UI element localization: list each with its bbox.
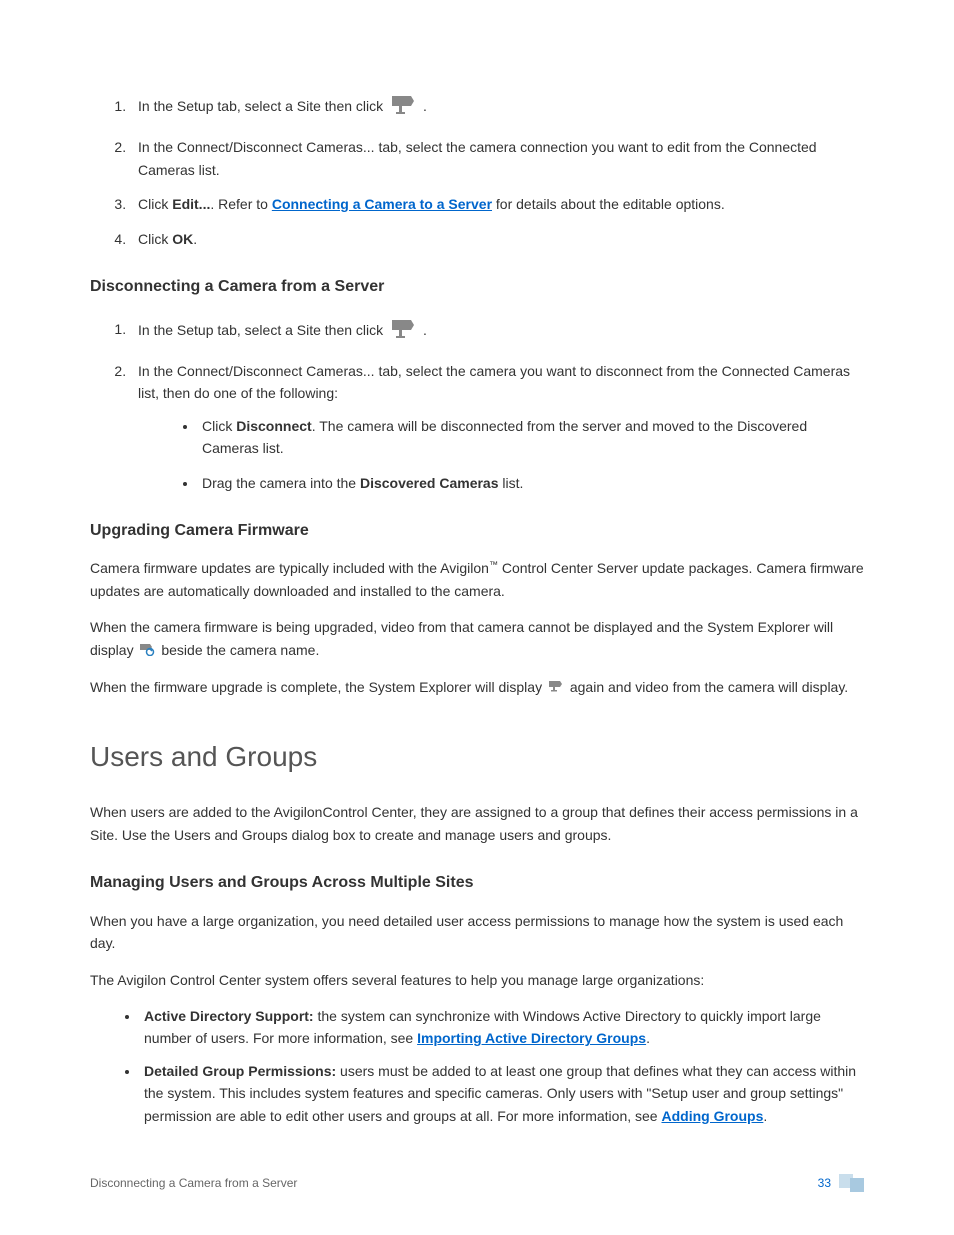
step-text: In the Setup tab, select a Site then cli… — [138, 321, 387, 337]
feature-1: Active Directory Support: the system can… — [140, 1005, 864, 1050]
group-permissions-label: Detailed Group Permissions: — [144, 1063, 336, 1079]
active-directory-label: Active Directory Support: — [144, 1008, 314, 1024]
edit-connection-steps: In the Setup tab, select a Site then cli… — [130, 90, 864, 250]
step-text: Click — [138, 196, 172, 212]
connecting-camera-link[interactable]: Connecting a Camera to a Server — [272, 196, 492, 212]
disconnect-label: Disconnect — [236, 418, 311, 434]
firmware-p2: When the camera firmware is being upgrad… — [90, 616, 864, 662]
managing-p1: When you have a large organization, you … — [90, 910, 864, 955]
disconnect-steps: In the Setup tab, select a Site then cli… — [130, 314, 864, 494]
option-text: Click — [202, 418, 236, 434]
adding-groups-link[interactable]: Adding Groups — [661, 1108, 763, 1124]
step-suffix: . — [423, 321, 427, 337]
option-1: Click Disconnect. The camera will be dis… — [198, 415, 864, 460]
p-text: When the firmware upgrade is complete, t… — [90, 679, 546, 695]
feature-2: Detailed Group Permissions: users must b… — [140, 1060, 864, 1127]
p-text: beside the camera name. — [161, 642, 319, 658]
step-text: In the Connect/Disconnect Cameras... tab… — [138, 139, 817, 177]
footer-title: Disconnecting a Camera from a Server — [90, 1174, 297, 1193]
footer-page-area: 33 — [818, 1174, 864, 1193]
managing-p2: The Avigilon Control Center system offer… — [90, 969, 864, 991]
step-text: . Refer to — [210, 196, 271, 212]
page-number: 33 — [818, 1174, 831, 1193]
camera-updating-icon — [139, 640, 155, 662]
discovered-cameras-label: Discovered Cameras — [360, 475, 499, 491]
step-text: Click — [138, 231, 172, 247]
step-text: for details about the editable options. — [492, 196, 725, 212]
disconnect-options: Click Disconnect. The camera will be dis… — [198, 415, 864, 494]
step-1: In the Setup tab, select a Site then cli… — [130, 90, 864, 124]
feature-text: . — [763, 1108, 767, 1124]
users-groups-heading: Users and Groups — [90, 735, 864, 780]
managing-heading: Managing Users and Groups Across Multipl… — [90, 870, 864, 896]
firmware-p3: When the firmware upgrade is complete, t… — [90, 676, 864, 699]
option-2: Drag the camera into the Discovered Came… — [198, 472, 864, 494]
firmware-p1: Camera firmware updates are typically in… — [90, 557, 864, 602]
camera-icon — [389, 90, 417, 124]
camera-small-icon — [548, 677, 564, 699]
importing-ad-link[interactable]: Importing Active Directory Groups — [417, 1030, 646, 1046]
step-text: In the Setup tab, select a Site then cli… — [138, 98, 387, 114]
step-text: In the Connect/Disconnect Cameras... tab… — [138, 363, 850, 401]
disconnect-step-1: In the Setup tab, select a Site then cli… — [130, 314, 864, 348]
disconnect-heading: Disconnecting a Camera from a Server — [90, 274, 864, 300]
option-text: list. — [499, 475, 524, 491]
option-text: Drag the camera into the — [202, 475, 360, 491]
step-3: Click Edit.... Refer to Connecting a Cam… — [130, 193, 864, 215]
footer-decoration-icon — [839, 1174, 864, 1192]
feature-text: . — [646, 1030, 650, 1046]
users-intro: When users are added to the AvigilonCont… — [90, 801, 864, 846]
step-suffix: . — [423, 98, 427, 114]
ok-label: OK — [172, 231, 193, 247]
trademark-symbol: ™ — [489, 560, 498, 570]
p-text: again and video from the camera will dis… — [570, 679, 848, 695]
edit-label: Edit... — [172, 196, 210, 212]
step-4: Click OK. — [130, 228, 864, 250]
camera-icon — [389, 314, 417, 348]
p-text: Camera firmware updates are typically in… — [90, 560, 489, 576]
features-list: Active Directory Support: the system can… — [140, 1005, 864, 1127]
disconnect-step-2: In the Connect/Disconnect Cameras... tab… — [130, 360, 864, 494]
step-text: . — [193, 231, 197, 247]
firmware-heading: Upgrading Camera Firmware — [90, 518, 864, 544]
page-footer: Disconnecting a Camera from a Server 33 — [90, 1174, 864, 1193]
step-2: In the Connect/Disconnect Cameras... tab… — [130, 136, 864, 181]
